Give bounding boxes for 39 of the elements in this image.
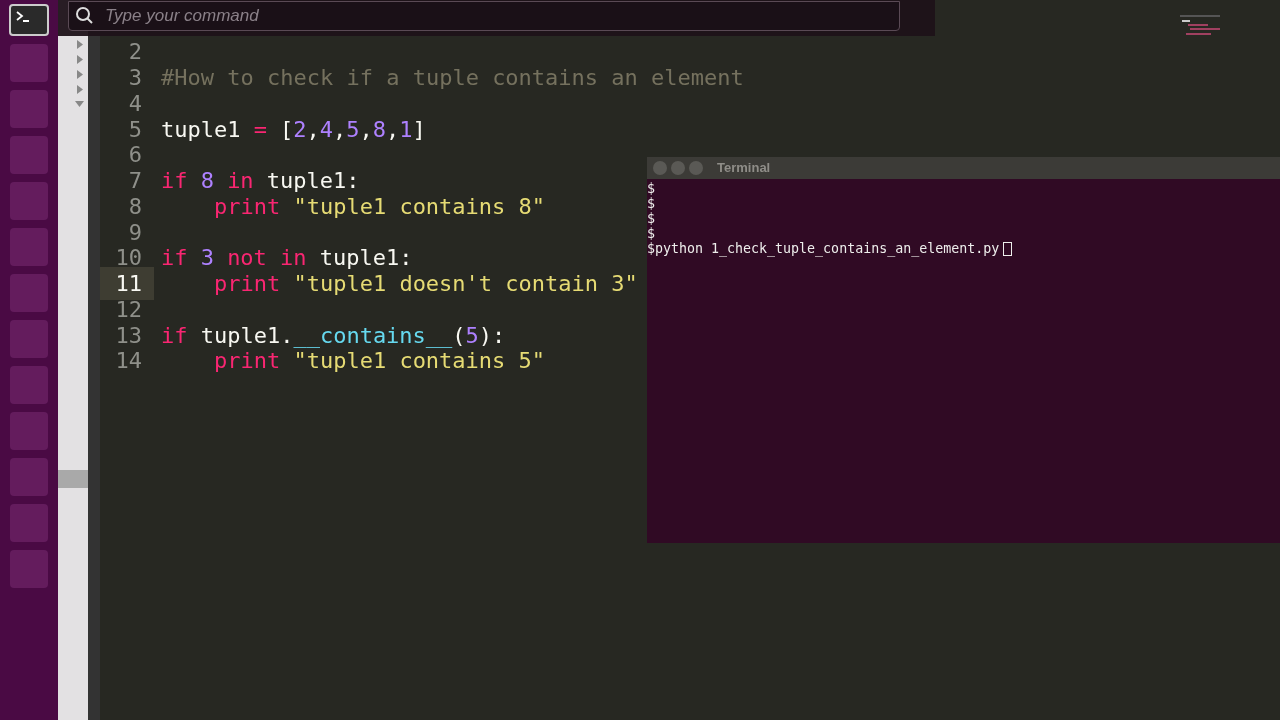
code-line: tuple1 = [2,4,5,8,1] — [161, 115, 426, 144]
line-number: 9 — [127, 218, 143, 247]
maximize-icon[interactable] — [689, 161, 703, 175]
command-field[interactable]: Type your command — [68, 1, 900, 31]
close-icon[interactable] — [653, 161, 667, 175]
terminal-line: $python 1_check_tuple_contains_an_element.py — [647, 241, 1000, 256]
launcher-app-icon[interactable] — [10, 458, 48, 496]
minimize-icon[interactable] — [671, 161, 685, 175]
launcher-app-icon[interactable] — [10, 44, 48, 82]
line-number: 11 — [100, 267, 154, 301]
text-cursor — [1003, 241, 1013, 256]
line-number: 5 — [127, 115, 143, 144]
launcher-app-icon[interactable] — [10, 182, 48, 220]
launcher-app-icon[interactable] — [10, 366, 48, 404]
window-title: Terminal — [717, 159, 771, 178]
launcher-app-icon[interactable] — [10, 550, 48, 588]
terminal-line: $ — [647, 181, 655, 196]
terminal-line: $ — [647, 226, 655, 241]
launcher-app-icon[interactable] — [10, 274, 48, 312]
launcher-app-icon[interactable] — [10, 504, 48, 542]
search-icon — [75, 6, 95, 26]
line-number: 13 — [114, 321, 143, 350]
code-line: print "tuple1 contains 5" — [214, 348, 546, 376]
launcher-app-icon[interactable] — [10, 228, 48, 266]
launcher-app-icon[interactable] — [10, 320, 48, 358]
terminal-launcher-icon[interactable] — [9, 4, 49, 36]
code-comment: #How to check if a tuple contains an element — [161, 64, 744, 93]
line-number: 6 — [127, 141, 143, 170]
line-number: 2 — [127, 38, 143, 67]
code-line: if 3 not in tuple1: — [161, 244, 413, 273]
launcher-app-icon[interactable] — [10, 90, 48, 128]
launcher-app-icon[interactable] — [10, 412, 48, 450]
launcher-app-icon[interactable] — [10, 136, 48, 174]
scrollbar[interactable] — [58, 470, 88, 488]
line-number: 14 — [114, 347, 143, 376]
code-line: print "tuple1 doesn't contain 3" — [214, 270, 638, 299]
code-line: if tuple1.__contains__(5): — [161, 321, 506, 350]
terminal-line: $ — [647, 196, 655, 211]
terminal-line: $ — [647, 211, 655, 226]
